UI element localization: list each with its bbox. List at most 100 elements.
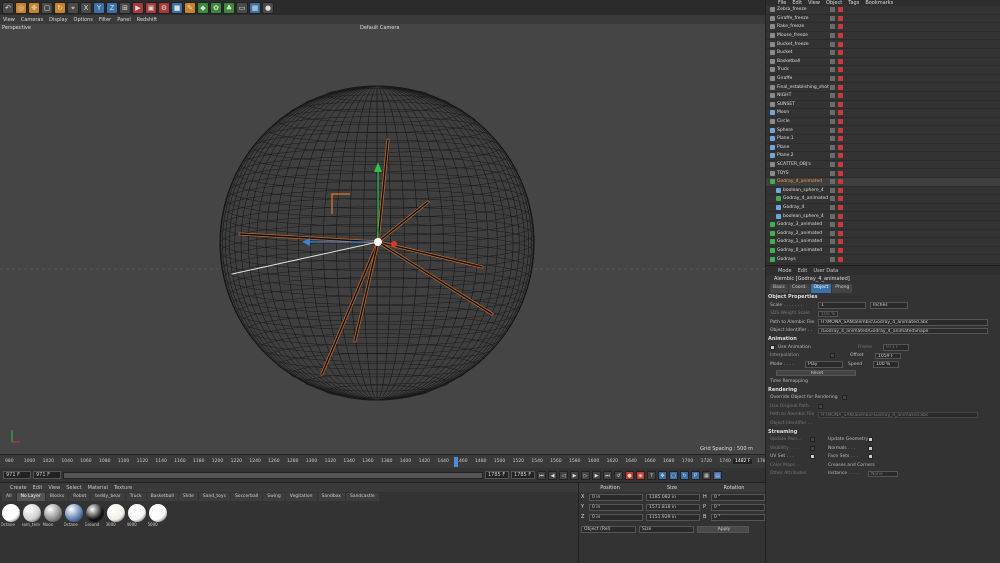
object-row[interactable]: Godray_2_animated bbox=[766, 230, 1000, 239]
object-identifier-field[interactable]: /Godray_4_animated/Godray_4_animatedShap… bbox=[818, 327, 988, 334]
mat-menu-edit[interactable]: Edit bbox=[33, 485, 43, 491]
material-tab[interactable]: Vegitation bbox=[285, 492, 317, 501]
object-row[interactable]: Rake_freeze bbox=[766, 23, 1000, 32]
stream-option-checkbox[interactable] bbox=[810, 437, 815, 443]
object-row[interactable]: NIGHT bbox=[766, 92, 1000, 101]
material-swatch[interactable]: Octane bbox=[64, 504, 83, 527]
attr-menu-edit[interactable]: Edit bbox=[798, 268, 808, 274]
visibility-toggle[interactable] bbox=[830, 170, 835, 176]
visibility-toggle[interactable] bbox=[830, 67, 835, 73]
mat-menu-select[interactable]: Select bbox=[66, 485, 81, 491]
material-swatch[interactable]: Moon bbox=[43, 504, 62, 527]
keyframe-selection-icon[interactable]: ? bbox=[647, 470, 656, 480]
reset-button[interactable]: Reset bbox=[776, 369, 856, 376]
subdivision-icon[interactable]: ◆ bbox=[197, 1, 209, 14]
material-tab[interactable]: Sandcastle bbox=[345, 492, 379, 501]
pen-icon[interactable]: ✎ bbox=[184, 1, 196, 14]
stream-option-checkbox[interactable] bbox=[810, 454, 815, 460]
material-swatch[interactable]: som_tem bbox=[22, 504, 41, 527]
tag-icon[interactable] bbox=[838, 119, 843, 125]
undo-icon[interactable]: ↶ bbox=[2, 1, 14, 14]
material-swatch[interactable]: Ground bbox=[85, 504, 104, 527]
visibility-toggle[interactable] bbox=[830, 41, 835, 47]
visibility-toggle[interactable] bbox=[830, 136, 835, 142]
object-row[interactable]: Plane bbox=[766, 144, 1000, 153]
apply-button[interactable]: Apply bbox=[697, 525, 749, 533]
instance-select[interactable]: None bbox=[868, 470, 898, 477]
visibility-toggle[interactable] bbox=[830, 127, 835, 133]
stream-option-checkbox[interactable] bbox=[868, 437, 873, 443]
tag-icon[interactable] bbox=[838, 144, 843, 150]
tag-icon[interactable] bbox=[838, 93, 843, 99]
axis-x-icon[interactable]: X bbox=[80, 1, 92, 14]
next-key-icon[interactable]: ▶ bbox=[592, 470, 601, 480]
visibility-toggle[interactable] bbox=[830, 248, 835, 254]
tag-icon[interactable] bbox=[838, 127, 843, 133]
material-swatch[interactable]: Octane bbox=[1, 504, 20, 527]
attr-menu-mode[interactable]: Mode bbox=[778, 268, 792, 274]
visibility-toggle[interactable] bbox=[830, 110, 835, 116]
viewport-menu-redshift[interactable]: Redshift bbox=[137, 17, 157, 23]
go-to-start-icon[interactable]: ⏮ bbox=[537, 470, 546, 480]
tag-icon[interactable] bbox=[838, 248, 843, 254]
object-row[interactable]: Final_establishing_shot bbox=[766, 83, 1000, 92]
object-row[interactable]: TOYS bbox=[766, 169, 1000, 178]
object-row[interactable]: Godray_4_animated bbox=[766, 178, 1000, 187]
material-swatch[interactable]: 5000 bbox=[148, 504, 167, 527]
tag-icon[interactable] bbox=[838, 162, 843, 168]
key-position-icon[interactable]: ✥ bbox=[658, 470, 667, 480]
tag-icon[interactable] bbox=[838, 256, 843, 262]
key-pla-icon[interactable]: ▦ bbox=[702, 470, 711, 480]
tag-icon[interactable] bbox=[838, 205, 843, 211]
object-row[interactable]: Godray_0_animated bbox=[766, 247, 1000, 256]
visibility-toggle[interactable] bbox=[830, 144, 835, 150]
visibility-toggle[interactable] bbox=[830, 33, 835, 39]
go-to-end-icon[interactable]: ⏭ bbox=[603, 470, 612, 480]
visibility-toggle[interactable] bbox=[830, 24, 835, 30]
render-view-icon[interactable]: ▶ bbox=[132, 1, 144, 14]
object-row[interactable]: Godray_4 bbox=[766, 204, 1000, 213]
current-frame-field[interactable]: 1482 F bbox=[733, 459, 753, 464]
object-row[interactable]: Plane.1 bbox=[766, 135, 1000, 144]
object-row[interactable]: Godrays bbox=[766, 255, 1000, 264]
size-field[interactable]: 1151.939 in bbox=[646, 513, 700, 521]
attr-menu-userdata[interactable]: User Data bbox=[813, 268, 838, 274]
tag-icon[interactable] bbox=[838, 41, 843, 47]
material-tab[interactable]: Blocks bbox=[45, 492, 69, 501]
stream-option-checkbox[interactable] bbox=[868, 454, 873, 460]
environment-icon[interactable]: ▭ bbox=[236, 1, 248, 14]
object-row[interactable]: Circle bbox=[766, 118, 1000, 127]
visibility-toggle[interactable] bbox=[830, 187, 835, 193]
next-frame-icon[interactable]: ▷ bbox=[581, 470, 590, 480]
mat-menu-create[interactable]: Create bbox=[10, 485, 27, 491]
key-rotation-icon[interactable]: ↻ bbox=[680, 470, 689, 480]
visibility-toggle[interactable] bbox=[830, 179, 835, 185]
visibility-toggle[interactable] bbox=[830, 93, 835, 99]
viewport-menu-panel[interactable]: Panel bbox=[117, 17, 131, 23]
tag-icon[interactable] bbox=[838, 24, 843, 30]
tag-icon[interactable] bbox=[838, 33, 843, 39]
visibility-toggle[interactable] bbox=[830, 50, 835, 56]
material-tab[interactable]: teddy_bear bbox=[91, 492, 125, 501]
play-icon[interactable]: ▶ bbox=[570, 470, 579, 480]
tag-icon[interactable] bbox=[838, 84, 843, 90]
render-picture-viewer-icon[interactable]: ▣ bbox=[145, 1, 157, 14]
object-row[interactable]: Godray_3_animated bbox=[766, 221, 1000, 230]
tag-icon[interactable] bbox=[838, 101, 843, 107]
rotation-field[interactable]: 0 ° bbox=[711, 493, 765, 501]
object-row[interactable]: Truck bbox=[766, 66, 1000, 75]
visibility-toggle[interactable] bbox=[830, 256, 835, 262]
object-row[interactable]: Sphere bbox=[766, 126, 1000, 135]
position-field[interactable]: 0 in bbox=[589, 513, 643, 521]
timeline[interactable]: 980 1000 1020 1040 1060 1080 1100 1120 1140 1160 1… bbox=[0, 454, 768, 468]
visibility-toggle[interactable] bbox=[830, 84, 835, 90]
position-field[interactable]: 0 in bbox=[589, 503, 643, 511]
material-tab[interactable]: Sandbox bbox=[317, 492, 345, 501]
tab-phong[interactable]: Phong bbox=[832, 284, 853, 293]
viewport-menu-display[interactable]: Display bbox=[49, 17, 67, 23]
tag-icon[interactable] bbox=[838, 136, 843, 142]
tag-icon[interactable] bbox=[838, 187, 843, 193]
override-render-checkbox[interactable] bbox=[842, 395, 847, 401]
object-row[interactable]: Moon bbox=[766, 109, 1000, 118]
tab-basic[interactable]: Basic bbox=[770, 284, 788, 293]
